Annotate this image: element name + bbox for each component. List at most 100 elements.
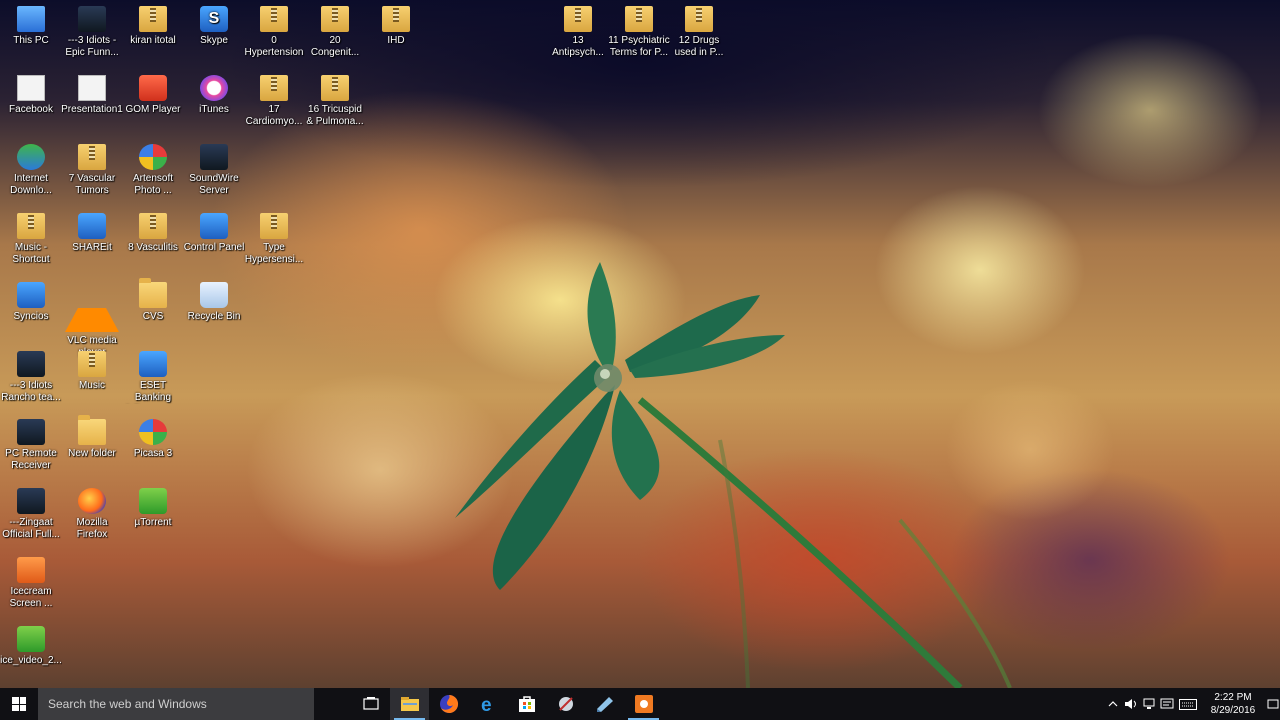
desktop-icon[interactable]: Music - Shortcut: [0, 207, 62, 273]
desktop-icon[interactable]: 17 Cardiomyo...: [243, 69, 305, 135]
zip-icon: [685, 6, 713, 32]
desktop-icon[interactable]: VLC media player: [61, 276, 123, 358]
clock-date: 8/29/2016: [1210, 705, 1256, 716]
desktop-icon[interactable]: ice_video_2...: [0, 620, 62, 686]
icecream-icon: [17, 557, 45, 583]
video-icon: [17, 488, 45, 514]
snipping-tool-button[interactable]: [546, 688, 585, 720]
desktop-icon-label: Internet Downlo...: [10, 173, 52, 196]
desktop-icon-label: GOM Player: [125, 104, 181, 115]
desktop-icon[interactable]: CVS: [122, 276, 184, 342]
firefox-taskbar-button[interactable]: [429, 688, 468, 720]
chevron-up-icon: [1108, 701, 1118, 707]
notes-button[interactable]: [585, 688, 624, 720]
desktop-icon[interactable]: Internet Downlo...: [0, 138, 62, 204]
desktop-icon[interactable]: 8 Vasculitis: [122, 207, 184, 273]
network-button[interactable]: [1140, 688, 1158, 720]
recycle-bin-icon: [200, 282, 228, 308]
folder-icon: [139, 278, 167, 308]
desktop-icon-label: IHD: [387, 35, 405, 46]
desktop-icon[interactable]: 0 Hypertension: [243, 0, 305, 66]
start-button[interactable]: [0, 688, 38, 720]
action-center-icon: [1160, 698, 1174, 709]
desktop-icon[interactable]: Picasa 3: [122, 413, 184, 479]
store-icon: [518, 696, 535, 712]
desktop-icon-label: 13 Antipsych...: [552, 35, 604, 58]
desktop-icon[interactable]: IHD: [365, 0, 427, 66]
desktop-icon[interactable]: SoundWire Server: [183, 138, 245, 204]
task-view-icon: [362, 697, 379, 710]
desktop-icon-label: 0 Hypertension: [244, 35, 304, 58]
action-center-button[interactable]: [1158, 688, 1176, 720]
presentation-icon: [78, 75, 106, 101]
desktop-icon[interactable]: ---3 Idiots - Epic Funn...: [61, 0, 123, 66]
picasa-icon: [139, 419, 167, 445]
desktop-icon-label: Syncios: [13, 311, 49, 322]
desktop-icon-label: New folder: [68, 448, 116, 459]
idm-icon: [17, 144, 45, 170]
facebook-icon: [17, 75, 45, 101]
search-input[interactable]: Search the web and Windows: [38, 688, 314, 720]
desktop-icon[interactable]: Syncios: [0, 276, 62, 342]
keyboard-button[interactable]: [1176, 688, 1200, 720]
desktop-icon[interactable]: ---3 Idiots Rancho tea...: [0, 345, 62, 411]
desktop-icon[interactable]: Recycle Bin: [183, 276, 245, 342]
icecream-recorder-button[interactable]: [624, 688, 663, 720]
video-file-icon: [17, 626, 45, 652]
desktop-icon[interactable]: 16 Tricuspid & Pulmona...: [304, 69, 366, 135]
desktop-icon[interactable]: 7 Vascular Tumors: [61, 138, 123, 204]
desktop-icon[interactable]: New folder: [61, 413, 123, 479]
desktop-icon[interactable]: 20 Congenit...: [304, 0, 366, 66]
edge-button[interactable]: e: [468, 688, 507, 720]
desktop-icon-label: Mozilla Firefox: [76, 517, 108, 540]
show-hidden-icons-button[interactable]: [1104, 688, 1122, 720]
snipping-tool-icon: [558, 697, 573, 711]
desktop-icon[interactable]: 11 Psychiatric Terms for P...: [608, 0, 670, 66]
syncios-icon: [17, 282, 45, 308]
desktop-icon[interactable]: iTunes: [183, 69, 245, 135]
video-icon: [17, 351, 45, 377]
soundwire-icon: [200, 144, 228, 170]
desktop-icon-label: Music - Shortcut: [12, 242, 50, 265]
zip-icon: [321, 6, 349, 32]
file-explorer-button[interactable]: [390, 688, 429, 720]
desktop-icon[interactable]: 12 Drugs used in P...: [668, 0, 730, 66]
desktop-icon[interactable]: Type Hypersensi...: [243, 207, 305, 273]
desktop-icon-label: Recycle Bin: [187, 311, 241, 322]
firefox-icon: [439, 694, 458, 713]
desktop-icon[interactable]: 13 Antipsych...: [547, 0, 609, 66]
desktop-icon[interactable]: Facebook: [0, 69, 62, 135]
desktop-icon[interactable]: GOM Player: [122, 69, 184, 135]
desktop-icon[interactable]: Icecream Screen ...: [0, 551, 62, 617]
desktop-icon[interactable]: PC Remote Receiver: [0, 413, 62, 479]
desktop-icon-label: ESET Banking & Payment...: [134, 380, 172, 403]
zip-icon: [260, 6, 288, 32]
skype-icon: S: [200, 6, 228, 32]
desktop-icon-label: Picasa 3: [133, 448, 173, 459]
desktop-icon[interactable]: Control Panel: [183, 207, 245, 273]
clock[interactable]: 2:22 PM 8/29/2016: [1206, 691, 1260, 717]
desktop-icon[interactable]: Mozilla Firefox: [61, 482, 123, 548]
pc-remote-icon: [17, 419, 45, 445]
volume-icon: [1125, 699, 1136, 709]
desktop-icon[interactable]: ---Zingaat Official Full...: [0, 482, 62, 548]
task-view-button[interactable]: [351, 688, 390, 720]
desktop-icon-label: Type Hypersensi...: [244, 242, 304, 265]
desktop-icon-label: This PC: [13, 35, 49, 46]
notifications-icon: [1267, 699, 1279, 709]
desktop-icon[interactable]: SHAREit: [61, 207, 123, 273]
desktop-icon-label: 12 Drugs used in P...: [674, 35, 724, 58]
volume-button[interactable]: [1122, 688, 1140, 720]
desktop-icon[interactable]: ESET Banking & Payment...: [122, 345, 184, 411]
desktop-icon[interactable]: kiran itotal: [122, 0, 184, 66]
desktop-icon[interactable]: Music: [61, 345, 123, 411]
desktop-icon[interactable]: This PC: [0, 0, 62, 66]
store-button[interactable]: [507, 688, 546, 720]
desktop-icon-label: CVS: [142, 311, 164, 322]
notifications-button[interactable]: [1266, 688, 1280, 720]
desktop-icon-label: 17 Cardiomyo...: [245, 104, 303, 127]
desktop-icon[interactable]: Presentation1: [61, 69, 123, 135]
desktop-icon[interactable]: Artensoft Photo ...: [122, 138, 184, 204]
desktop-icon[interactable]: µTorrent: [122, 482, 184, 548]
desktop-icon[interactable]: S Skype: [183, 0, 245, 66]
